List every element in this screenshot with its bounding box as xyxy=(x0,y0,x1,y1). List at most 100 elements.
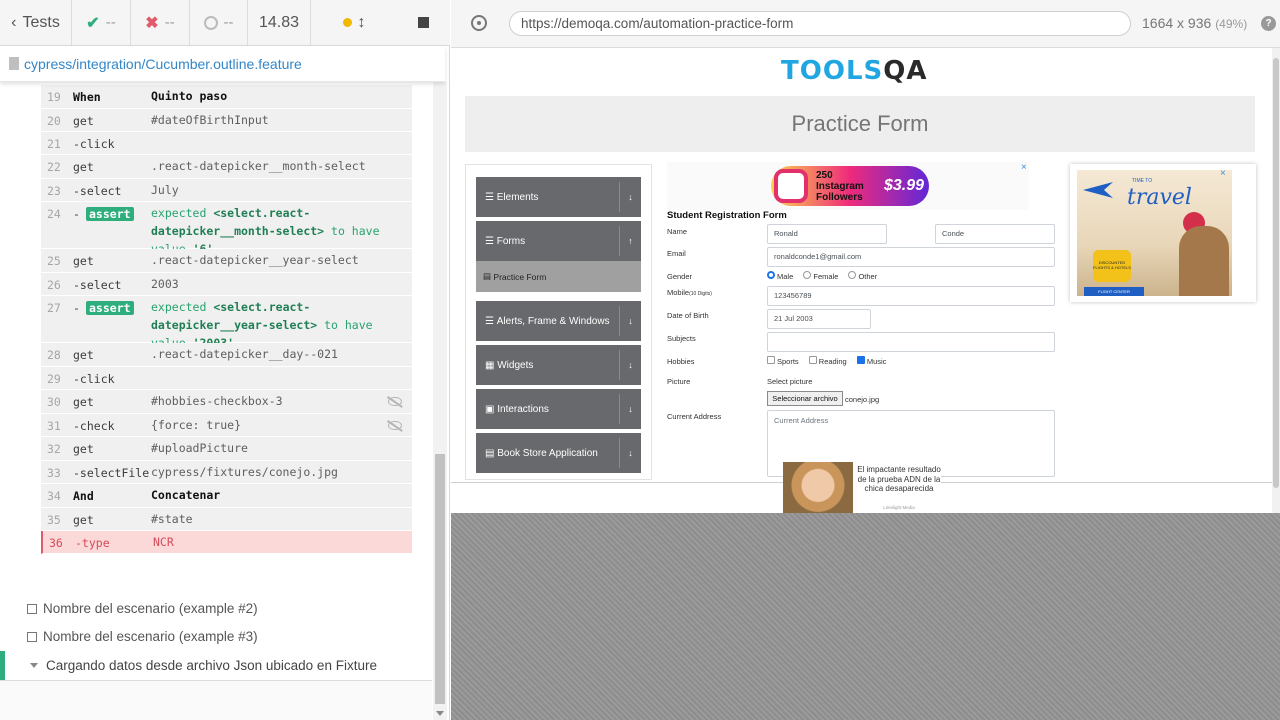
command-row[interactable]: 21 -click xyxy=(41,132,412,155)
command-name: -select xyxy=(73,184,122,198)
command-row[interactable]: 35 get #state xyxy=(41,508,412,531)
news-ad-photo xyxy=(783,462,853,513)
instagram-icon xyxy=(774,169,808,203)
command-message: #hobbies-checkbox-3 xyxy=(151,394,283,408)
command-row[interactable]: 28 get .react-datepicker__day--021 xyxy=(41,343,412,367)
instagram-ad[interactable]: 250 Instagram Followers $3.99 × xyxy=(667,162,1029,210)
hobby-reading-checkbox[interactable]: Reading xyxy=(808,356,847,366)
arrow-down-icon: ↓ xyxy=(619,394,641,424)
command-row[interactable]: 33 -selectFile cypress/fixtures/conejo.jpg xyxy=(41,461,412,484)
command-message: .react-datepicker__year-select xyxy=(151,253,359,267)
url-bar[interactable]: https://demoqa.com/automation-practice-f… xyxy=(509,11,1131,36)
hobby-sports-checkbox[interactable]: Sports xyxy=(767,356,799,366)
close-ad-icon[interactable]: × xyxy=(1220,168,1226,179)
email-label: Email xyxy=(667,249,686,258)
assert-badge: assert xyxy=(86,207,134,221)
command-name: get xyxy=(73,395,94,409)
command-message: cypress/fixtures/conejo.jpg xyxy=(151,465,338,479)
command-message: #state xyxy=(151,512,193,526)
aut-iframe: TOOLSQA Practice Form ☰ Elements ↓ ☰ For… xyxy=(451,48,1280,513)
reporter-scrollbar[interactable] xyxy=(433,82,447,720)
choose-file-button[interactable]: Seleccionar archivo xyxy=(767,391,843,406)
command-row[interactable]: 34 And Concatenar xyxy=(41,484,412,508)
gender-female-radio[interactable]: Female xyxy=(803,271,838,281)
reporter-footer xyxy=(0,680,432,720)
spec-file-path[interactable]: cypress/integration/Cucumber.outline.fea… xyxy=(0,46,445,82)
selected-file-name: conejo.jpg xyxy=(845,395,880,404)
command-row[interactable]: 23 -select July xyxy=(41,179,412,202)
scenario-active[interactable]: Cargando datos desde archivo Json ubicad… xyxy=(0,651,432,680)
menu-interactions[interactable]: ▣ Interactions ↓ xyxy=(476,389,641,429)
chevron-left-icon: ‹ xyxy=(11,13,17,31)
aut-header: https://demoqa.com/automation-practice-f… xyxy=(451,0,1280,48)
menu-elements[interactable]: ☰ Elements ↓ xyxy=(476,177,641,217)
tests-back-button[interactable]: ‹ Tests xyxy=(0,0,72,46)
travel-ad-image[interactable]: TIME TO travel DISCOUNTED FLIGHTS & HOTE… xyxy=(1077,170,1232,296)
running-dot-icon xyxy=(342,18,352,27)
news-ad[interactable]: El impactante resultado de la prueba ADN… xyxy=(783,462,941,513)
book-icon: ▤ xyxy=(485,447,498,459)
select-picture-label: Select picture xyxy=(767,377,813,386)
aut-empty-area xyxy=(451,513,1280,720)
x-icon: ✖ xyxy=(145,14,159,32)
hobby-music-checkbox[interactable]: Music xyxy=(856,356,886,366)
gender-male-radio[interactable]: Male xyxy=(767,271,793,281)
command-name: -type xyxy=(75,536,110,550)
stop-button[interactable] xyxy=(397,0,450,46)
command-row[interactable]: 31 -check {force: true} xyxy=(41,414,412,437)
scenario-example-3[interactable]: Nombre del escenario (example #3) xyxy=(27,629,258,644)
command-row[interactable]: 29 -click xyxy=(41,367,412,390)
menu-icon: ☰ xyxy=(485,191,497,203)
travel-ad[interactable]: TIME TO travel DISCOUNTED FLIGHTS & HOTE… xyxy=(1070,164,1256,302)
auto-scroll-toggle[interactable]: ↕ xyxy=(311,0,397,46)
command-row[interactable]: 22 get .react-datepicker__month-select xyxy=(41,155,412,179)
address-label: Current Address xyxy=(667,412,722,421)
menu-widgets[interactable]: ▦ Widgets ↓ xyxy=(476,345,641,385)
instagram-ad-banner[interactable]: 250 Instagram Followers $3.99 xyxy=(771,166,929,206)
arrow-down-icon: ↓ xyxy=(619,306,641,336)
command-log: 19 When Quinto paso 20 get #dateOfBirthInput 2… xyxy=(41,85,412,554)
toolsqa-logo[interactable]: TOOLSQA xyxy=(781,56,927,86)
submenu-practice-form[interactable]: ▤ Practice Form xyxy=(476,261,641,292)
crosshair-icon[interactable] xyxy=(471,15,487,31)
info-icon[interactable]: ? xyxy=(1261,16,1276,31)
gender-other-radio[interactable]: Other xyxy=(848,271,877,281)
scenario-example-2[interactable]: Nombre del escenario (example #2) xyxy=(27,601,258,616)
scroll-down-arrow-icon[interactable] xyxy=(436,711,444,716)
command-name: -click xyxy=(73,372,115,386)
first-name-input[interactable]: Ronald xyxy=(767,224,887,244)
last-name-input[interactable]: Conde xyxy=(935,224,1055,244)
scrollbar-thumb[interactable] xyxy=(435,454,445,704)
hobbies-label: Hobbies xyxy=(667,357,695,366)
command-row[interactable]: 32 get #uploadPicture xyxy=(41,437,412,461)
viewport-size: 1664 x 936 (49%) xyxy=(1142,15,1248,31)
menu-book-store[interactable]: ▤ Book Store Application ↓ xyxy=(476,433,641,473)
gender-options: Male Female Other xyxy=(767,271,877,281)
reporter-panel: ‹ Tests ✔ -- ✖ -- -- 14.83 ↕ cypress/int… xyxy=(0,0,450,720)
command-name: get xyxy=(73,254,94,268)
aut-scrollbar[interactable] xyxy=(1272,48,1280,513)
command-row[interactable]: 19 When Quinto paso xyxy=(41,85,412,109)
form-title: Student Registration Form xyxy=(667,210,787,221)
command-row[interactable]: 24- assert expected <select.react-datepick… xyxy=(41,202,412,256)
command-row[interactable]: 36 -type NCR xyxy=(41,531,412,554)
email-input[interactable]: ronaldconde1@gmail.com xyxy=(767,247,1055,267)
command-number: 32 xyxy=(47,442,61,456)
menu-icon: ☰ xyxy=(485,235,497,247)
command-row[interactable]: 27- assert expected <select.react-datepick… xyxy=(41,296,412,350)
command-row[interactable]: 26 -select 2003 xyxy=(41,273,412,296)
aut-scroll-thumb[interactable] xyxy=(1273,58,1279,488)
side-menu: ☰ Elements ↓ ☰ Forms ↑ ▤ Practice Form ☰… xyxy=(465,164,652,480)
menu-forms[interactable]: ☰ Forms ↑ xyxy=(476,221,641,261)
command-row[interactable]: 30 get #hobbies-checkbox-3 xyxy=(41,390,412,414)
command-row[interactable]: 25 get .react-datepicker__year-select xyxy=(41,249,412,273)
menu-alerts[interactable]: ☰ Alerts, Frame & Windows ↓ xyxy=(476,301,641,341)
command-row[interactable]: 20 get #dateOfBirthInput xyxy=(41,109,412,132)
subjects-input[interactable] xyxy=(767,332,1055,352)
mobile-input[interactable]: 123456789 xyxy=(767,286,1055,306)
command-message: Concatenar xyxy=(151,488,221,502)
close-ad-icon[interactable]: × xyxy=(1021,162,1027,173)
check-icon: ✔ xyxy=(86,14,100,32)
date-of-birth-input[interactable]: 21 Jul 2003 xyxy=(767,309,871,329)
command-number: 29 xyxy=(47,372,61,386)
